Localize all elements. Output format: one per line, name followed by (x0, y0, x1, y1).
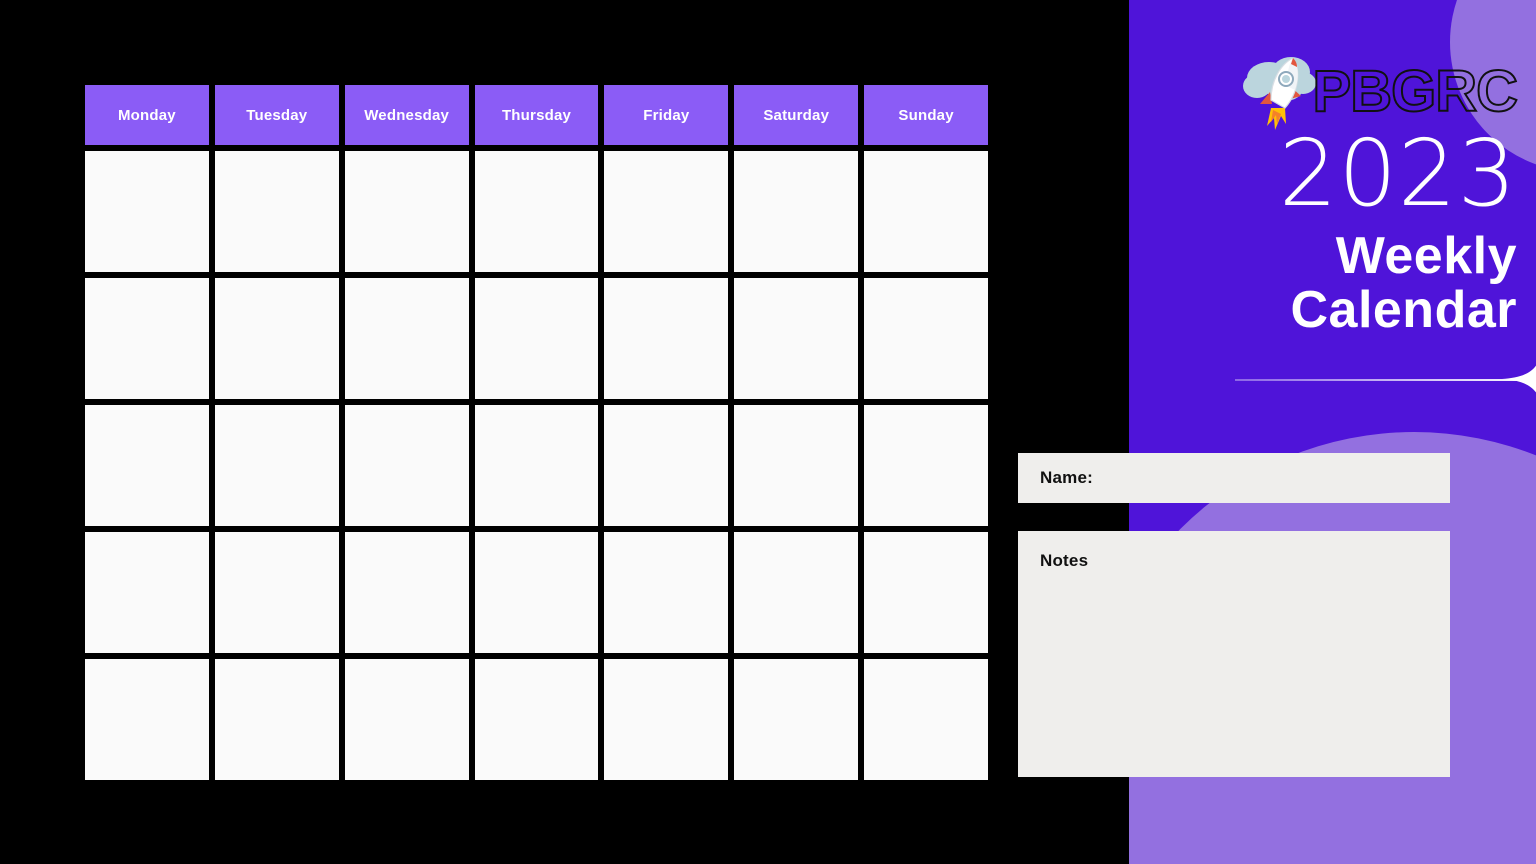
calendar-grid: Monday Tuesday Wednesday Thursday Friday… (85, 85, 989, 780)
day-header-tuesday: Tuesday (214, 85, 339, 145)
day-header-label: Sunday (898, 106, 954, 124)
notes-field[interactable]: Notes (1018, 531, 1450, 777)
calendar-day-cell[interactable] (344, 151, 469, 272)
divider-rule (1235, 379, 1517, 381)
calendar-header-row: Monday Tuesday Wednesday Thursday Friday… (85, 85, 989, 145)
day-header-label: Saturday (763, 106, 830, 124)
four-point-star-icon (1502, 365, 1536, 393)
calendar-day-cell[interactable] (85, 659, 209, 780)
calendar-day-cell[interactable] (85, 405, 209, 526)
calendar-week-row (85, 278, 989, 399)
calendar-day-cell[interactable] (604, 278, 729, 399)
calendar-week-row (85, 151, 989, 272)
calendar-day-cell[interactable] (474, 532, 599, 653)
calendar-day-cell[interactable] (864, 659, 989, 780)
calendar-day-cell[interactable] (604, 151, 729, 272)
calendar-day-cell[interactable] (214, 532, 339, 653)
calendar-day-cell[interactable] (604, 532, 729, 653)
day-header-label: Wednesday (364, 106, 450, 124)
day-header-label: Monday (117, 106, 176, 124)
day-header-friday: Friday (604, 85, 729, 145)
calendar-day-cell[interactable] (85, 278, 209, 399)
calendar-day-cell[interactable] (734, 405, 859, 526)
day-header-label: Thursday (501, 106, 572, 124)
day-header-label: Tuesday (246, 106, 308, 124)
calendar-day-cell[interactable] (474, 278, 599, 399)
calendar-day-cell[interactable] (474, 405, 599, 526)
page-title-line-1: Weekly (1335, 227, 1517, 285)
page-title: Weekly Calendar (1129, 227, 1536, 339)
day-header-label: Friday (643, 106, 690, 124)
calendar-day-cell[interactable] (214, 278, 339, 399)
page-title-line-2: Calendar (1290, 280, 1517, 339)
calendar-day-cell[interactable] (474, 659, 599, 780)
calendar-day-cell[interactable] (864, 405, 989, 526)
calendar-week-row (85, 532, 989, 653)
calendar-day-cell[interactable] (85, 151, 209, 272)
brand-wordmark: PBGRC (1312, 59, 1519, 124)
calendar-week-row (85, 659, 989, 780)
calendar-day-cell[interactable] (864, 278, 989, 399)
calendar-day-cell[interactable] (214, 405, 339, 526)
calendar-day-cell[interactable] (734, 151, 859, 272)
day-header-wednesday: Wednesday (344, 85, 469, 145)
name-field[interactable]: Name: (1018, 453, 1450, 503)
calendar-week-row (85, 405, 989, 526)
year-title: 2023 (1278, 120, 1517, 227)
calendar-day-cell[interactable] (604, 659, 729, 780)
day-header-monday: Monday (85, 85, 209, 145)
calendar-template-page: Monday Tuesday Wednesday Thursday Friday… (0, 0, 1536, 864)
day-header-sunday: Sunday (864, 85, 989, 145)
calendar-day-cell[interactable] (864, 151, 989, 272)
calendar-day-cell[interactable] (734, 532, 859, 653)
calendar-day-cell[interactable] (864, 532, 989, 653)
calendar-day-cell[interactable] (734, 659, 859, 780)
calendar-day-cell[interactable] (474, 151, 599, 272)
calendar-day-cell[interactable] (85, 532, 209, 653)
calendar-day-cell[interactable] (344, 278, 469, 399)
divider (1235, 365, 1536, 393)
calendar-day-cell[interactable] (344, 405, 469, 526)
calendar-day-cell[interactable] (214, 151, 339, 272)
notes-field-label: Notes (1040, 551, 1089, 570)
name-field-label: Name: (1040, 468, 1093, 487)
calendar-day-cell[interactable] (344, 532, 469, 653)
calendar-day-cell[interactable] (344, 659, 469, 780)
calendar-day-cell[interactable] (214, 659, 339, 780)
calendar-day-cell[interactable] (734, 278, 859, 399)
day-header-thursday: Thursday (474, 85, 599, 145)
calendar-day-cell[interactable] (604, 405, 729, 526)
day-header-saturday: Saturday (734, 85, 859, 145)
